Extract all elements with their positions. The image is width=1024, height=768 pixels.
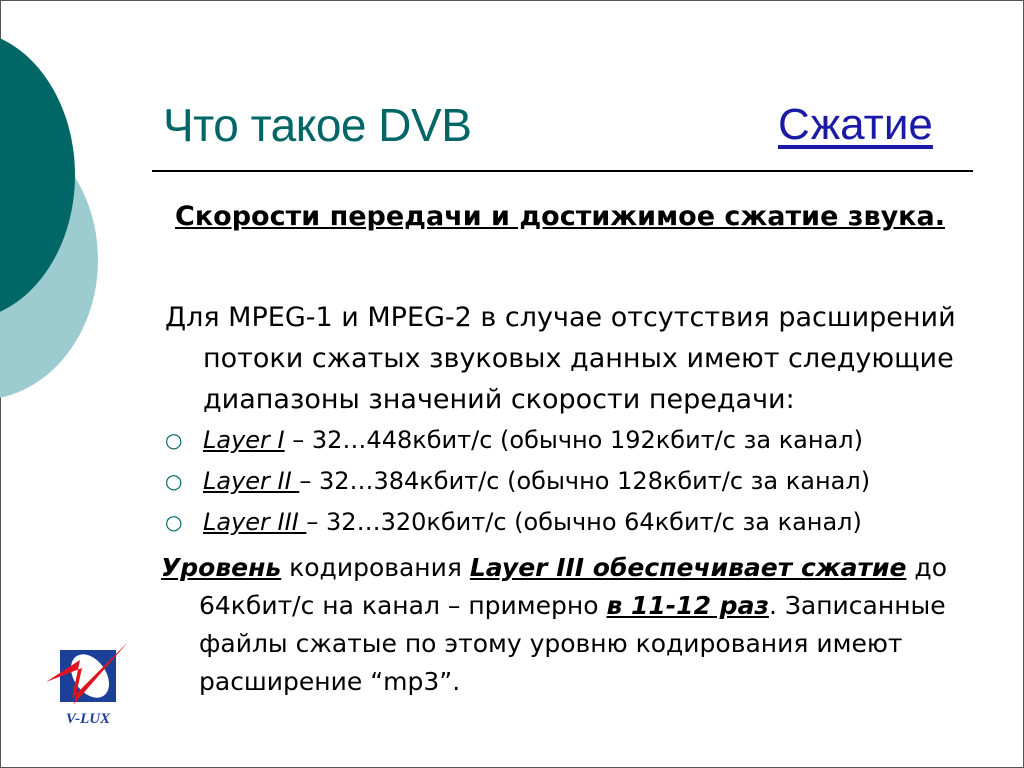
- layer-text: – 32…448кбит/с (обычно 192кбит/с за кана…: [284, 426, 863, 454]
- bitrate-list: ○ Layer I – 32…448кбит/с (обычно 192кбит…: [165, 420, 995, 543]
- list-item: ○ Layer II – 32…384кбит/с (обычно 128кби…: [165, 461, 995, 502]
- layer-label: Layer II: [203, 467, 300, 495]
- emphasis: Уровень: [161, 553, 282, 582]
- emphasis: Layer III обеспечивает сжатие: [469, 553, 907, 582]
- bullet-circle-icon: ○: [165, 510, 183, 534]
- bullet-circle-icon: ○: [165, 428, 183, 452]
- section-link-compression[interactable]: Сжатие: [778, 100, 933, 150]
- emphasis: в 11-12 раз: [606, 591, 769, 620]
- intro-paragraph: Для MPEG-1 и MPEG-2 в случае отсутствия …: [165, 302, 956, 415]
- layer-text: – 32…320кбит/с (обычно 64кбит/с за канал…: [306, 508, 862, 536]
- slide-body: Для MPEG-1 и MPEG-2 в случае отсутствия …: [161, 297, 995, 701]
- slide-title: Что такое DVB: [163, 99, 472, 151]
- title-divider: [152, 170, 973, 172]
- slide-subtitle: Скорости передачи и достижимое сжатие зв…: [175, 201, 945, 232]
- vlux-logo: V-LUX: [46, 642, 128, 727]
- logo-text: V-LUX: [66, 711, 111, 727]
- list-item: ○ Layer III – 32…320кбит/с (обычно 64кби…: [165, 502, 995, 543]
- bullet-circle-icon: ○: [165, 469, 183, 493]
- text: кодирования: [281, 553, 470, 582]
- layer-label: Layer I: [203, 426, 285, 454]
- conclusion-paragraph: Уровень кодирования Layer III обеспечива…: [161, 549, 995, 701]
- list-item: ○ Layer I – 32…448кбит/с (обычно 192кбит…: [165, 420, 995, 461]
- layer-label: Layer III: [203, 508, 307, 536]
- layer-text: – 32…384кбит/с (обычно 128кбит/с за кана…: [299, 467, 871, 495]
